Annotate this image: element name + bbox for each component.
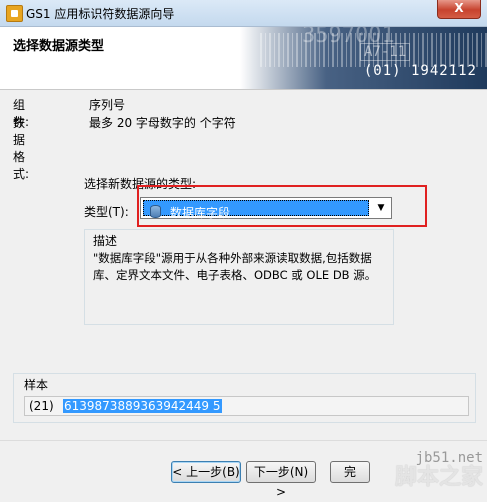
component-value: 序列号 — [89, 98, 126, 112]
app-icon — [6, 5, 23, 22]
back-button[interactable]: < 上一步(B) — [171, 461, 241, 483]
sample-field[interactable]: (21) 6139873889363942449 5 — [24, 396, 469, 416]
window-title: GS1 应用标识符数据源向导 — [26, 7, 175, 21]
description-text: "数据库字段"源用于从各种外部来源读取数据,包括数据库、定界文本文件、电子表格、… — [93, 251, 377, 282]
sample-group: 样本 (21) 6139873889363942449 5 — [13, 373, 476, 423]
watermark-domain: jb51.net — [415, 450, 483, 466]
format-value: 最多 20 字母数字的 个字符 — [89, 116, 236, 130]
barcode-banner-image: 3597001 A7-11 (01) 1942112 — [240, 27, 487, 89]
watermark-name: 脚本之家 — [394, 465, 483, 490]
barcode-caption: (01) 1942112 — [363, 63, 477, 79]
page-title: 选择数据源类型 — [13, 39, 105, 54]
highlight-annotation-box — [137, 185, 427, 227]
description-group: 描述 "数据库字段"源用于从各种外部来源读取数据,包括数据库、定界文本文件、电子… — [84, 229, 394, 325]
description-legend: 描述 — [93, 234, 118, 248]
close-button[interactable]: X — [437, 0, 481, 19]
barcode-mid-label: A7-11 — [360, 43, 411, 61]
format-label: 数据格式: — [13, 116, 30, 181]
sample-prefix: (21) — [29, 399, 54, 413]
sample-legend: 样本 — [24, 378, 49, 392]
wizard-header: 选择数据源类型 3597001 A7-11 (01) 1942112 — [0, 27, 487, 90]
next-button[interactable]: 下一步(N) > — [246, 461, 316, 499]
site-watermark: jb51.net 脚本之家 — [395, 450, 483, 490]
type-label: 类型(T): — [84, 205, 129, 219]
finish-button[interactable]: 完 — [330, 461, 370, 483]
title-bar: GS1 应用标识符数据源向导 X — [0, 0, 487, 27]
sample-value: 6139873889363942449 5 — [63, 399, 222, 413]
